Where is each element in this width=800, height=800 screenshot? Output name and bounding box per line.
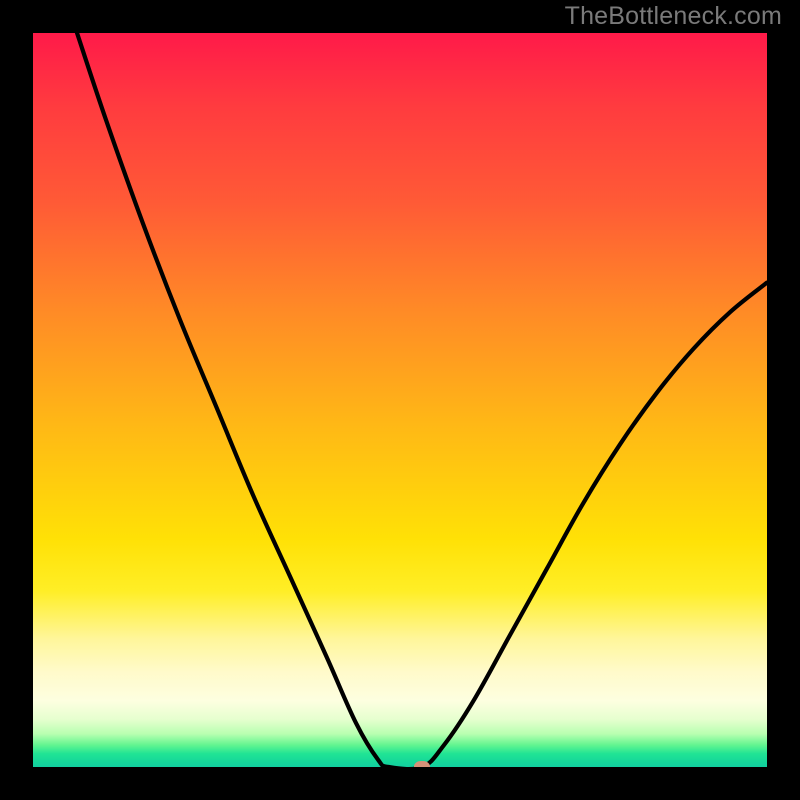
- chart-stage: TheBottleneck.com: [0, 0, 800, 800]
- optimal-point-marker: [414, 761, 430, 767]
- curve-path: [77, 33, 767, 767]
- bottleneck-curve: [33, 33, 767, 767]
- watermark-text: TheBottleneck.com: [565, 2, 782, 31]
- plot-area: [33, 33, 767, 767]
